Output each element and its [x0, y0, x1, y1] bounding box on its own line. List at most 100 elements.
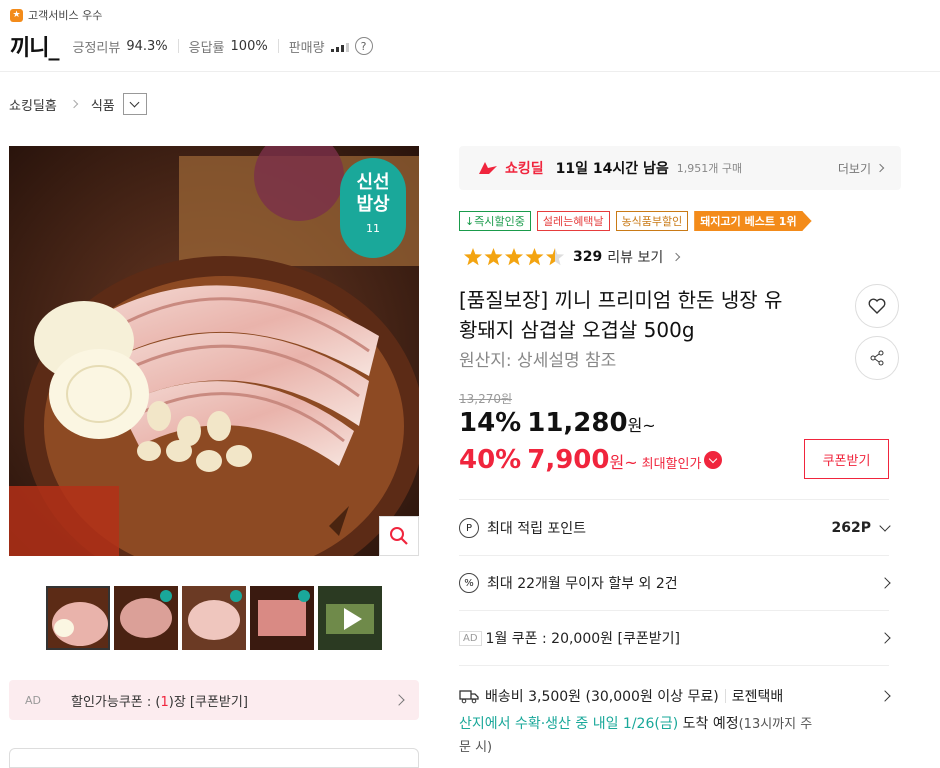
product-main-image: 신선 밥상 11: [9, 146, 419, 556]
breadcrumb-home[interactable]: 쇼킹딜홈: [9, 95, 57, 114]
delivery-eta: 산지에서 수확·생산 중 내일 1/26(금) 도착 예정(13시까지 주 문 …: [459, 713, 889, 759]
sales-bars-icon: [330, 40, 349, 52]
chevron-right-icon: [671, 252, 681, 262]
product-title-line-1: [품질보장] 끼니 프리미엄 한돈 냉장 유: [459, 288, 783, 312]
tag-agri-discount: 농식품부할인: [615, 211, 689, 231]
won-suffix-2: 원~: [609, 453, 638, 472]
points-value: 262P: [831, 520, 871, 536]
deal-purchases: 1,951개 구매: [676, 162, 743, 175]
points-label: 최대 적립 포인트: [487, 521, 587, 537]
discount-price-2: 40% 7,900 원~ 최대할인가: [459, 445, 723, 475]
rating-stars: [463, 247, 565, 267]
truck-icon: [459, 690, 479, 704]
badge-line-3: 11: [366, 222, 380, 235]
next-panel: [9, 748, 419, 768]
chevron-right-icon: [875, 163, 885, 173]
chevron-down-circle-icon[interactable]: [704, 451, 723, 469]
original-price: 13,270원: [459, 392, 513, 406]
star-badge-icon: ★: [10, 8, 23, 22]
sales-volume-label: 판매량: [288, 40, 325, 56]
chevron-right-icon: [879, 690, 891, 702]
badge-line-2: 밥상: [356, 194, 390, 215]
tag-best-seller: 돼지고기 베스트 1위: [694, 211, 812, 231]
chevron-right-icon: [879, 577, 891, 589]
star-icon: [463, 248, 483, 266]
delivery-eta-note: (13시까지 주: [738, 717, 813, 732]
tag-instant-discount: ↓즉시할인중: [459, 211, 531, 231]
shipping-carrier: 로젠택배: [731, 689, 784, 705]
deal-brand: 쇼킹딜: [505, 161, 544, 177]
star-icon: [545, 248, 565, 266]
seller-badge-label: 고객서비스 우수: [28, 9, 103, 22]
deal-time-left: 11일 14시간 남음: [555, 161, 669, 177]
product-title: [품질보장] 끼니 프리미엄 한돈 냉장 유 황돼지 삼겹살 오겹살 500g …: [459, 285, 844, 375]
percent-icon: %: [459, 573, 479, 593]
review-count: 329: [573, 249, 603, 265]
max-discount-label[interactable]: 최대할인가: [642, 453, 702, 472]
deal-more-link[interactable]: 더보기: [838, 160, 871, 177]
shocking-deal-icon: [479, 162, 497, 174]
fresh-table-badge: 신선 밥상 11: [340, 158, 406, 258]
get-coupon-button[interactable]: 쿠폰받기: [804, 439, 889, 479]
coupon-bar[interactable]: AD 할인가능쿠폰 : (1)장 [쿠폰받기]: [9, 680, 419, 720]
thumbnail-2[interactable]: [114, 586, 178, 650]
points-row[interactable]: P 최대 적립 포인트 262P: [459, 515, 891, 541]
discount-price-value-1: 11,280: [527, 408, 628, 438]
chevron-down-icon: [879, 520, 891, 532]
rating-row[interactable]: 329 리뷰 보기: [463, 247, 681, 267]
monthly-coupon-text: 1월 쿠폰 : 20,000원 [쿠폰받기]: [485, 631, 680, 647]
benefit-tags: ↓즉시할인중 설레는혜택날 농식품부할인 돼지고기 베스트 1위: [459, 211, 818, 231]
monthly-coupon-row[interactable]: AD 1월 쿠폰 : 20,000원 [쿠폰받기]: [459, 625, 891, 651]
won-suffix-1: 원~: [627, 416, 656, 435]
product-title-line-2: 황돼지 삼겹살 오겹살 500g: [459, 318, 695, 342]
installment-label: 최대 22개월 무이자 할부 외 2건: [487, 576, 678, 592]
delivery-eta-date: 산지에서 수확·생산 중 내일 1/26(금): [459, 716, 679, 732]
shipping-row[interactable]: 배송비 3,500원 (30,000원 이상 무료) 로젠택배 산지에서 수확·…: [459, 685, 891, 759]
thumbnail-4[interactable]: [250, 586, 314, 650]
review-link[interactable]: 리뷰 보기: [607, 247, 663, 267]
breadcrumb: 쇼킹딜홈 식품: [9, 92, 147, 116]
thumbnail-3[interactable]: [182, 586, 246, 650]
discount-rate-1: 14%: [459, 408, 522, 438]
delivery-eta-text: 도착 예정: [678, 716, 739, 732]
chevron-right-icon: [879, 632, 891, 644]
star-icon: [525, 248, 544, 266]
ad-label: AD: [459, 630, 482, 646]
discount-price-value-2: 7,900: [527, 445, 610, 475]
delivery-eta-note-2: 문 시): [459, 740, 493, 755]
thumbnail-strip: [46, 586, 382, 650]
thumbnail-1[interactable]: [46, 586, 110, 650]
seller-badge: ★ 고객서비스 우수: [10, 7, 102, 23]
positive-review-value: 94.3%: [126, 38, 168, 54]
response-rate-value: 100%: [230, 38, 268, 54]
coupon-count: 1: [160, 694, 169, 710]
star-icon: [504, 248, 524, 266]
response-rate-label: 응답률: [188, 40, 225, 56]
shocking-deal-bar[interactable]: 쇼킹딜 11일 14시간 남음 1,951개 구매 더보기: [459, 146, 901, 190]
seller-header: ★ 고객서비스 우수 끼니_ 긍정리뷰 94.3% 응답률 100% 판매량 ?: [0, 0, 940, 72]
seller-name[interactable]: 끼니_: [10, 30, 59, 62]
shipping-fee: 배송비 3,500원 (30,000원 이상 무료): [485, 689, 719, 705]
positive-review-label: 긍정리뷰: [72, 40, 121, 56]
category-dropdown-button[interactable]: [122, 93, 147, 115]
zoom-button[interactable]: [379, 516, 419, 556]
point-icon: P: [459, 518, 479, 538]
discount-rate-2: 40%: [459, 445, 522, 475]
thumbnail-video[interactable]: [318, 586, 382, 650]
discount-price-1: 14% 11,280 원~: [459, 408, 656, 438]
heart-icon: [868, 298, 886, 314]
tag-benefit-day: 설레는혜택날: [536, 211, 610, 231]
installment-row[interactable]: % 최대 22개월 무이자 할부 외 2건: [459, 570, 891, 596]
magnifier-icon: [390, 527, 408, 545]
wishlist-button[interactable]: [855, 284, 899, 328]
ad-label: AD: [25, 693, 41, 707]
share-button[interactable]: [855, 336, 899, 380]
chevron-down-icon: [129, 97, 140, 108]
star-icon: [484, 248, 503, 266]
chevron-right-icon: [393, 694, 405, 706]
product-origin: 원산지: 상세설명 참조: [459, 351, 617, 371]
share-icon: [870, 350, 884, 366]
breadcrumb-category[interactable]: 식품: [91, 95, 115, 114]
help-icon[interactable]: ?: [354, 37, 373, 55]
coupon-bar-text: 할인가능쿠폰 : (1)장 [쿠폰받기]: [71, 694, 248, 710]
